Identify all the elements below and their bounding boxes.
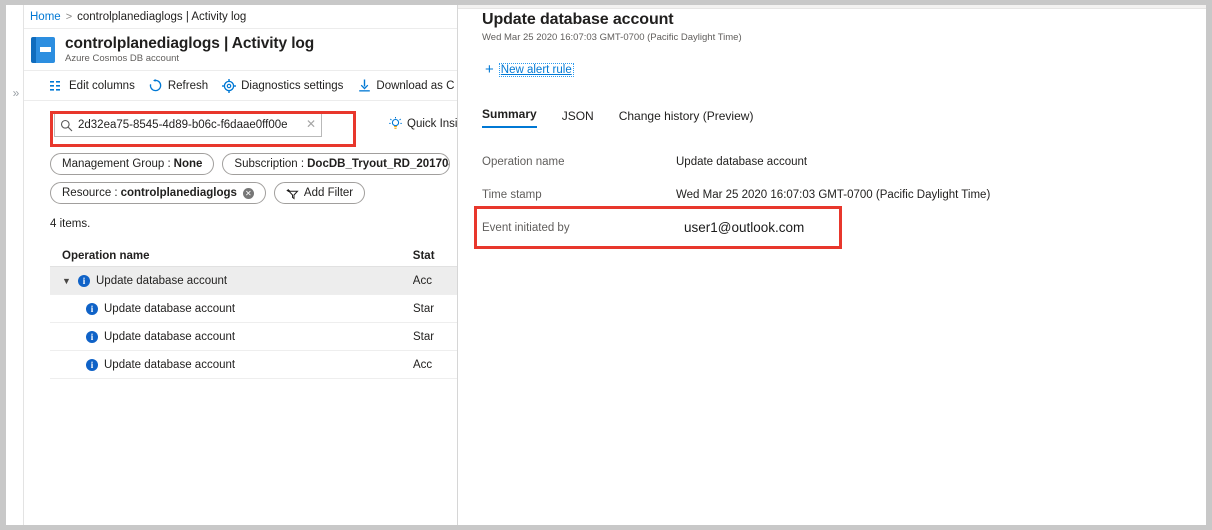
chevron-down-icon[interactable]: ▼ [62,276,76,286]
table-row[interactable]: i Update database account Star [50,295,458,323]
table-row[interactable]: i Update database account Star [50,323,458,351]
filter-chip-subscription-value: DocDB_Tryout_RD_201704 [307,158,450,170]
new-alert-rule-label: New alert rule [499,63,574,77]
filter-chip-subscription[interactable]: Subscription : DocDB_Tryout_RD_201704 [222,153,450,175]
filter-chip-row-2: Resource : controlplanediaglogs ✕ Add Fi… [50,182,458,204]
table-cell-operation-name: Update database account [104,303,235,315]
column-header-status[interactable]: Stat [413,250,458,262]
edit-columns-button[interactable]: Edit columns [50,79,135,93]
tab-json[interactable]: JSON [562,109,594,128]
detail-row-operation-name: Operation name Update database account [482,145,1182,178]
azure-portal-page: » Home > controlplanediaglogs | Activity… [6,5,1206,525]
activity-log-blade: » Home > controlplanediaglogs | Activity… [6,5,458,525]
add-filter-button[interactable]: Add Filter [274,182,365,204]
table-cell-operation-name: Update database account [104,331,235,343]
detail-subtitle: Wed Mar 25 2020 16:07:03 GMT-0700 (Pacif… [482,32,742,43]
filter-chips: Management Group : None Subscription : D… [50,153,458,211]
screenshot-frame: » Home > controlplanediaglogs | Activity… [0,0,1212,530]
cosmos-db-icon [31,36,57,64]
columns-icon [50,79,64,93]
refresh-button[interactable]: Refresh [149,79,208,93]
gear-icon [222,79,236,93]
collapsed-sidebar-rail: » [6,5,24,525]
quick-insights-label: Quick Insights [407,118,458,130]
tab-change-history[interactable]: Change history (Preview) [619,109,754,128]
page-subtitle: Azure Cosmos DB account [65,53,314,65]
detail-title: Update database account [482,11,674,29]
download-as-csv-label: Download as C [376,80,454,92]
filter-chip-row-1: Management Group : None Subscription : D… [50,153,458,175]
detail-value-operation-name: Update database account [676,156,807,168]
info-icon: i [86,303,98,315]
detail-label-operation-name: Operation name [482,156,676,168]
event-detail-blade: Update database account Wed Mar 25 2020 … [458,5,1206,525]
add-filter-icon [286,187,300,200]
detail-row-event-initiated-by: Event initiated by user1@outlook.com [482,211,1182,244]
table-row[interactable]: ▼ i Update database account Acc [50,267,458,295]
remove-filter-icon[interactable]: ✕ [243,188,254,199]
detail-label-time-stamp: Time stamp [482,189,676,201]
breadcrumb-current: controlplanediaglogs | Activity log [77,11,246,23]
command-bar: Edit columns Refresh [24,71,458,101]
detail-row-time-stamp: Time stamp Wed Mar 25 2020 16:07:03 GMT-… [482,178,1182,211]
search-input[interactable]: 2d32ea75-8545-4d89-b06c-f6daae0ff00e ✕ [54,113,322,137]
detail-summary-rows: Operation name Update database account T… [482,145,1182,244]
search-input-value: 2d32ea75-8545-4d89-b06c-f6daae0ff00e [78,119,305,131]
download-icon [357,79,371,93]
detail-tabs: Summary JSON Change history (Preview) [482,104,778,128]
search-row: 2d32ea75-8545-4d89-b06c-f6daae0ff00e ✕ [24,101,458,151]
breadcrumb-home-link[interactable]: Home [30,11,61,23]
quick-insights-button[interactable]: Quick Insights [389,117,458,131]
breadcrumb: Home > controlplanediaglogs | Activity l… [24,5,458,29]
activity-log-table: Operation name Stat ▼ i Update database … [50,245,458,379]
table-cell-status: Acc [413,275,458,287]
refresh-label: Refresh [168,80,208,92]
tab-summary[interactable]: Summary [482,107,537,128]
table-cell-status: Acc [413,359,458,371]
filter-chip-subscription-label: Subscription : [234,158,304,170]
detail-value-event-initiated-by: user1@outlook.com [676,220,804,235]
table-row[interactable]: i Update database account Acc [50,351,458,379]
download-as-csv-button[interactable]: Download as C [357,79,454,93]
detail-label-event-initiated-by: Event initiated by [482,222,676,234]
diagnostics-settings-button[interactable]: Diagnostics settings [222,79,343,93]
filter-chip-resource-value: controlplanediaglogs [121,187,237,199]
filter-chip-resource-label: Resource : [62,187,118,199]
table-cell-status: Star [413,303,458,315]
edit-columns-label: Edit columns [69,80,135,92]
plus-icon: + [485,63,494,77]
lightbulb-icon [389,117,403,131]
filter-chip-resource[interactable]: Resource : controlplanediaglogs ✕ [50,182,266,204]
expand-sidebar-icon[interactable]: » [9,85,23,101]
table-cell-operation-name: Update database account [96,275,227,287]
detail-value-time-stamp: Wed Mar 25 2020 16:07:03 GMT-0700 (Pacif… [676,189,990,201]
breadcrumb-separator: > [66,11,72,23]
detail-blade-topbar [458,5,1206,9]
items-count: 4 items. [50,218,90,230]
search-icon [60,119,73,132]
diagnostics-settings-label: Diagnostics settings [241,80,343,92]
table-cell-status: Star [413,331,458,343]
close-icon[interactable]: ✕ [305,119,317,131]
filter-chip-management-group[interactable]: Management Group : None [50,153,214,175]
filter-chip-management-group-value: None [174,158,203,170]
info-icon: i [86,331,98,343]
refresh-icon [149,79,163,93]
info-icon: i [86,359,98,371]
add-filter-label: Add Filter [304,187,353,199]
filter-chip-management-group-label: Management Group : [62,158,171,170]
column-header-operation-name[interactable]: Operation name [50,250,413,262]
table-header-row: Operation name Stat [50,245,458,267]
info-icon: i [78,275,90,287]
table-cell-operation-name: Update database account [104,359,235,371]
blade-title-block: controlplanediaglogs | Activity log Azur… [24,29,458,71]
new-alert-rule-button[interactable]: + New alert rule [485,63,574,77]
page-title: controlplanediaglogs | Activity log [65,35,314,52]
